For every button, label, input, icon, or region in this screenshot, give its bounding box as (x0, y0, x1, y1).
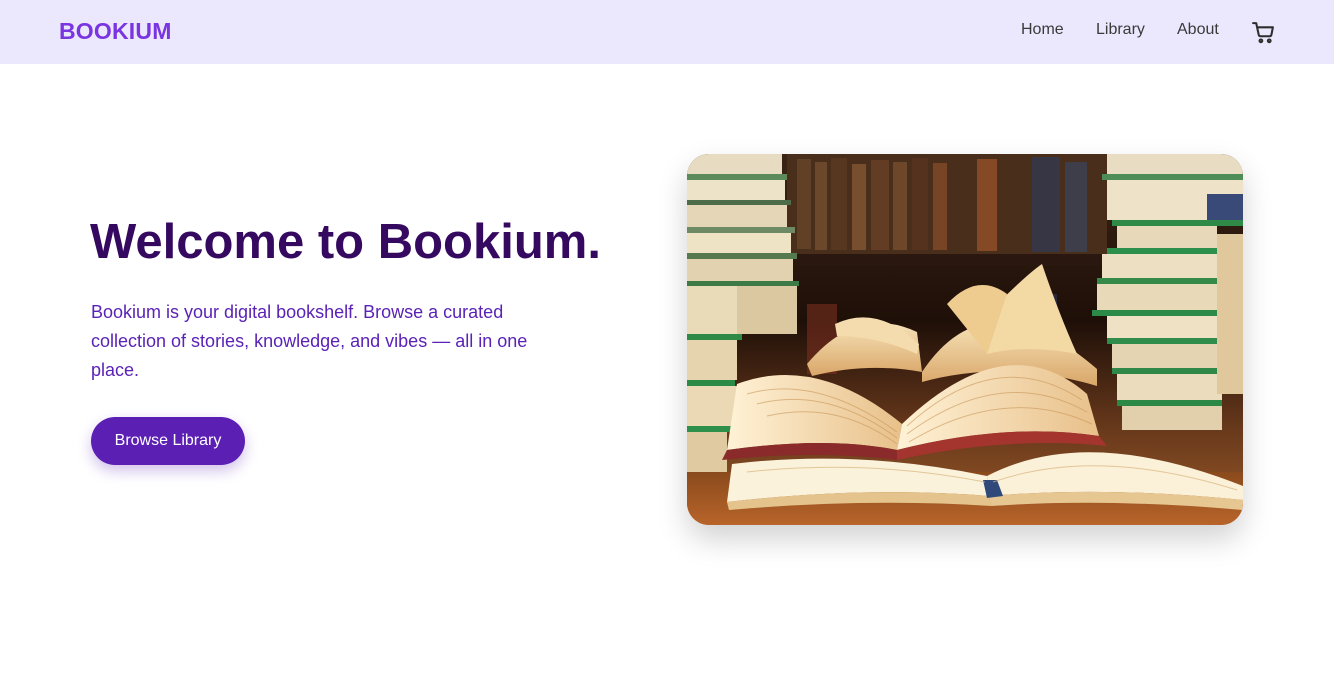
navbar: BOOKIUM Home Library About (0, 0, 1334, 64)
hero-image (687, 154, 1243, 525)
hero-title: Welcome to Bookium. (90, 215, 601, 269)
nav-link-home[interactable]: Home (1021, 21, 1064, 39)
nav-link-library[interactable]: Library (1096, 21, 1145, 39)
cart-icon[interactable] (1251, 20, 1276, 45)
nav-link-about[interactable]: About (1177, 21, 1219, 39)
browse-library-button[interactable]: Browse Library (91, 417, 245, 465)
hero-description: Bookium is your digital bookshelf. Brows… (91, 302, 528, 380)
nav-links: Home Library About (0, 21, 1334, 45)
